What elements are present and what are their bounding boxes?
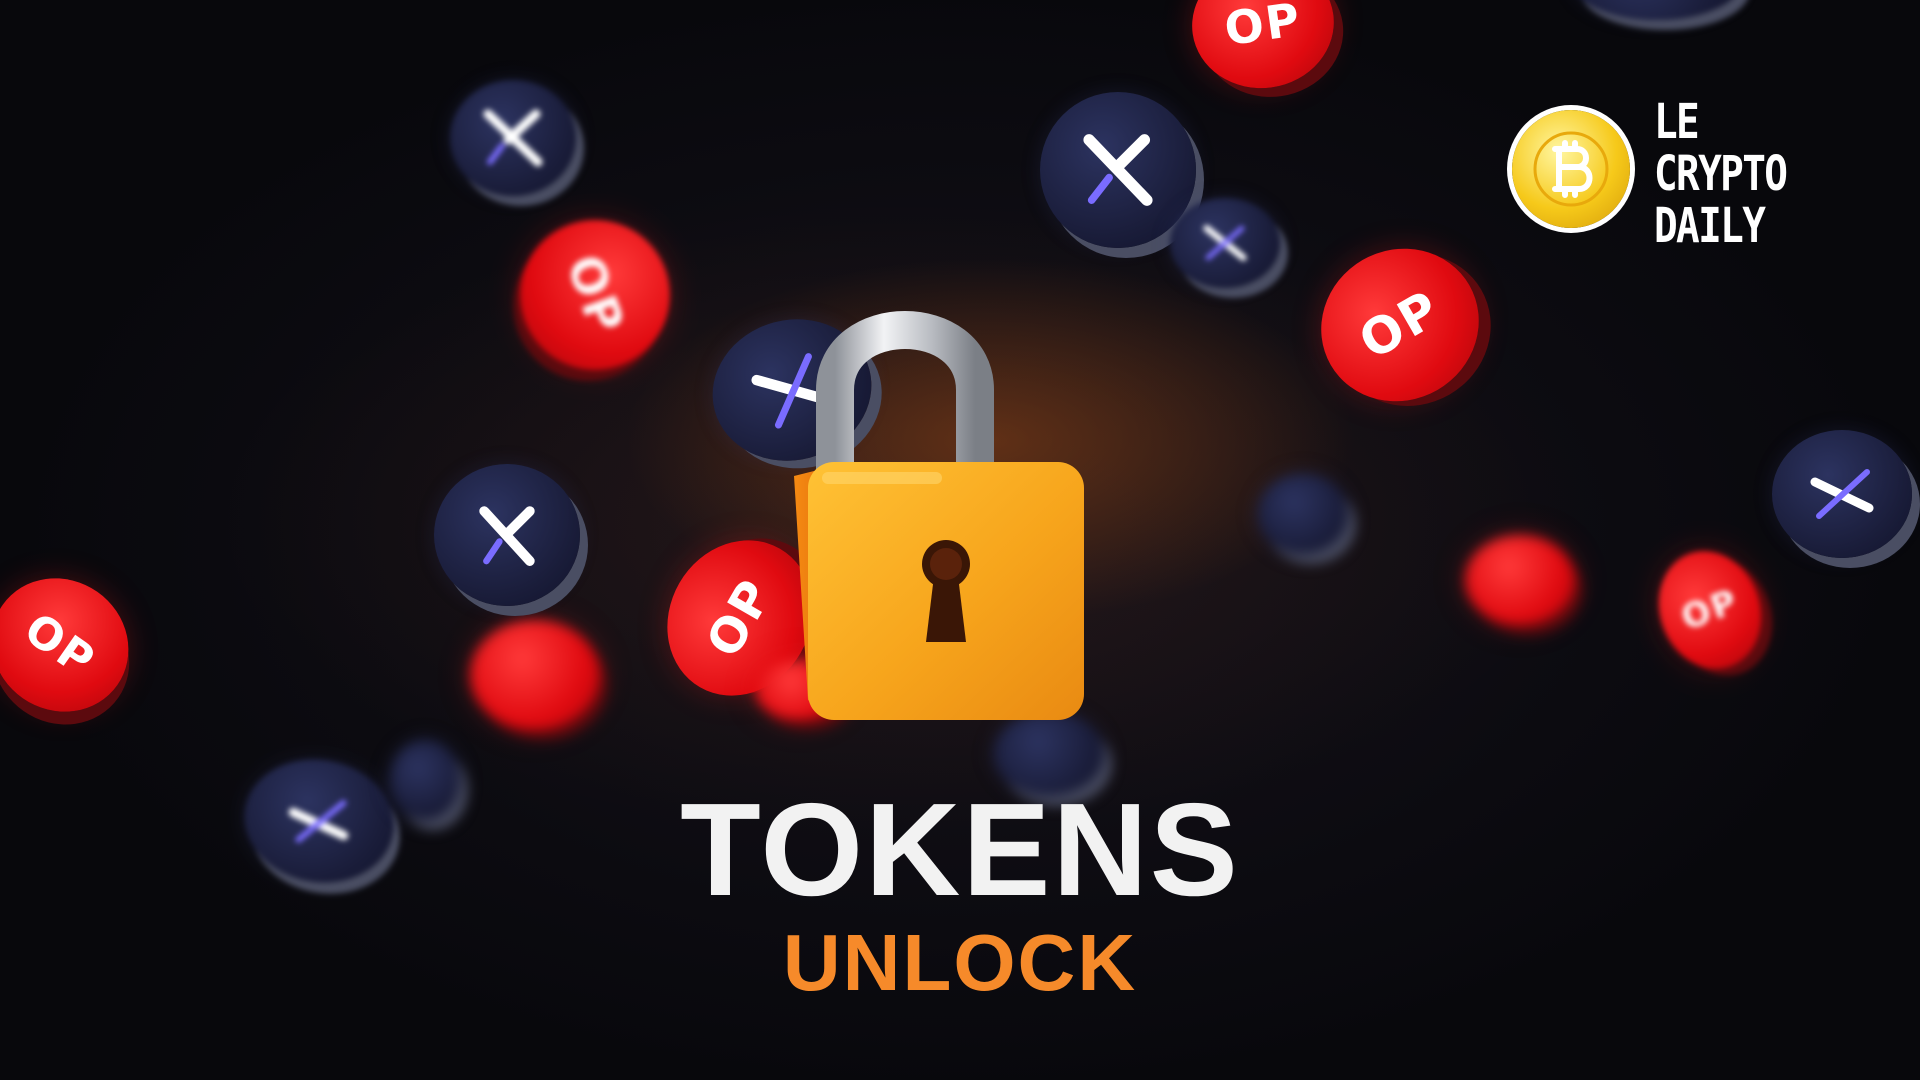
dydx-coin-icon: [434, 464, 580, 606]
bitcoin-icon: [1512, 110, 1630, 228]
thumbnail-scene: OP OP OP OP OP OP TOKENS UNLOCK LE CRYPT…: [0, 0, 1920, 1080]
dydx-coin-icon: [450, 80, 576, 196]
op-coin-label: OP: [1221, 0, 1305, 57]
dydx-x-mark: [1203, 225, 1247, 261]
dydx-coin-icon: [1772, 430, 1912, 558]
op-coin-icon: OP: [498, 198, 692, 392]
dydx-x-mark: [1810, 469, 1874, 519]
op-coin-icon: OP: [1183, 0, 1343, 98]
op-coin-label: OP: [1349, 279, 1451, 371]
op-coin-icon: OP: [1642, 536, 1778, 684]
logo-wordmark: LE CRYPTO DAILY: [1654, 94, 1788, 254]
dydx-x-mark: [479, 506, 535, 566]
op-coin-icon: [470, 620, 600, 730]
op-coin-label: OP: [15, 602, 105, 688]
logo-line-1: LE: [1654, 94, 1700, 150]
op-coin-label: OP: [555, 247, 635, 343]
dydx-coin-icon: [1572, 0, 1742, 20]
dydx-x-mark: [483, 109, 543, 167]
op-coin-icon: [1465, 535, 1575, 625]
op-coin-label: OP: [1675, 581, 1745, 639]
op-coin-icon: OP: [1293, 220, 1507, 430]
headline-tokens: TOKENS: [680, 776, 1240, 923]
op-coin-icon: OP: [0, 551, 155, 739]
padlock-icon: [794, 311, 1084, 720]
headline-unlock: UNLOCK: [782, 918, 1138, 1007]
dydx-x-mark: [1083, 134, 1153, 206]
dydx-coin-icon: [1170, 198, 1280, 288]
dydx-coin-icon: [1040, 92, 1196, 248]
logo-line-2: CRYPTO: [1654, 146, 1788, 202]
le-crypto-daily-logo: LE CRYPTO DAILY: [1512, 96, 1842, 266]
dydx-coin-icon: [1258, 474, 1348, 554]
logo-line-3: DAILY: [1654, 198, 1766, 254]
